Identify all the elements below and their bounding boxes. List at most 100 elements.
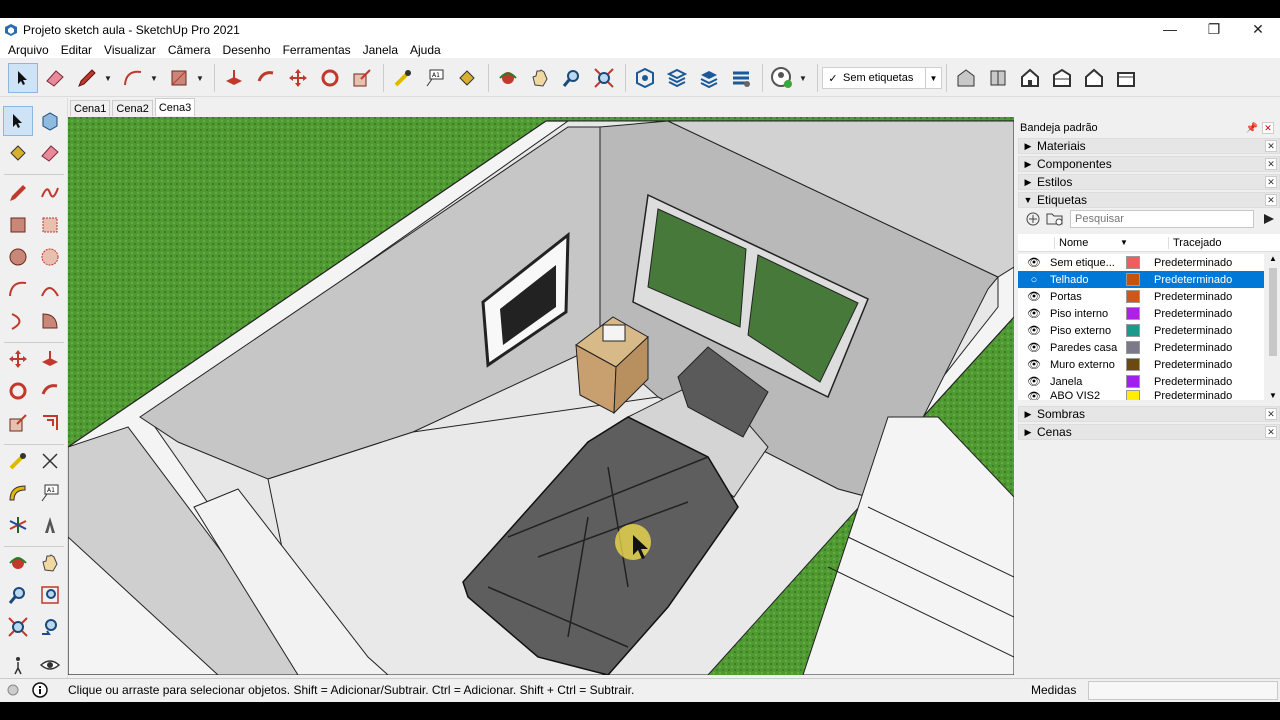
visibility-eye-icon[interactable]: 👁 [1018, 290, 1050, 303]
tag-dash[interactable]: Predeterminado [1154, 359, 1264, 371]
lt-look-around-button[interactable] [35, 650, 65, 680]
lt-eraser-button[interactable] [35, 138, 65, 168]
lt-zoom-window-button[interactable] [35, 580, 65, 610]
menu-visualizar[interactable]: Visualizar [98, 43, 162, 57]
lt-pan-button[interactable] [35, 548, 65, 578]
rotate-tool-button[interactable] [315, 63, 345, 93]
tab-cena2[interactable]: Cena2 [112, 100, 153, 116]
visibility-eye-icon[interactable]: 👁 [1018, 375, 1050, 388]
tag-row[interactable]: 👁 ABO VIS2 Predeterminado [1018, 390, 1264, 400]
tag-color-swatch[interactable] [1126, 375, 1140, 388]
warehouse-button[interactable] [630, 63, 660, 93]
lt-zoom-button[interactable] [3, 580, 33, 610]
lt-orbit-button[interactable] [3, 548, 33, 578]
pan-tool-button[interactable] [525, 63, 555, 93]
zoom-tool-button[interactable] [557, 63, 587, 93]
pencil-tool-button[interactable] [72, 63, 102, 93]
view-front-button[interactable] [1015, 63, 1045, 93]
lt-scale-button[interactable] [3, 408, 33, 438]
lt-tape-measure-button[interactable] [3, 446, 33, 476]
tag-dash[interactable]: Predeterminado [1154, 376, 1264, 388]
tag-color-swatch[interactable] [1126, 273, 1140, 286]
visibility-eye-icon[interactable]: 👁 [1018, 341, 1050, 354]
lt-rectangle-button[interactable] [3, 210, 33, 240]
scale-tool-button[interactable] [347, 63, 377, 93]
modeling-viewport[interactable] [68, 117, 1014, 675]
account-button[interactable] [767, 63, 797, 93]
lt-push-pull-button[interactable] [35, 344, 65, 374]
lt-rotate-button[interactable] [3, 376, 33, 406]
add-tag-icon[interactable] [1026, 212, 1040, 226]
visibility-eye-icon[interactable]: 👁 [1018, 390, 1050, 400]
tags-scrollbar[interactable]: ▲ ▼ [1266, 254, 1280, 400]
panel-close-icon[interactable]: ✕ [1265, 158, 1277, 170]
lt-component-button[interactable] [35, 106, 65, 136]
lt-walk-button[interactable] [3, 650, 33, 680]
info-icon[interactable] [32, 682, 48, 698]
follow-me-tool-button[interactable] [251, 63, 281, 93]
eraser-tool-button[interactable] [40, 63, 70, 93]
tag-color-swatch[interactable] [1126, 324, 1140, 337]
lt-protractor-button[interactable] [3, 478, 33, 508]
panel-close-icon[interactable]: ✕ [1265, 426, 1277, 438]
column-name[interactable]: Nome [1054, 236, 1120, 249]
menu-janela[interactable]: Janela [357, 43, 404, 57]
text-tool-button[interactable]: A1 [420, 63, 450, 93]
tag-color-swatch[interactable] [1126, 358, 1140, 371]
tab-cena1[interactable]: Cena1 [70, 100, 111, 116]
panel-cenas[interactable]: ▶ Cenas ✕ [1018, 424, 1280, 440]
menu-ajuda[interactable]: Ajuda [404, 43, 447, 57]
lt-3d-text-button[interactable] [35, 510, 65, 540]
lt-circle-button[interactable] [3, 242, 33, 272]
components-3d-button[interactable] [662, 63, 692, 93]
arc-dropdown-icon[interactable]: ▼ [150, 74, 160, 83]
extension-manager-button[interactable] [726, 63, 756, 93]
lt-text-button[interactable]: A1 [35, 478, 65, 508]
visibility-circle-icon[interactable]: ○ [1018, 274, 1050, 286]
panel-close-icon[interactable]: ✕ [1265, 176, 1277, 188]
extension-warehouse-button[interactable] [694, 63, 724, 93]
lt-follow-me-button[interactable] [35, 376, 65, 406]
tag-dash[interactable]: Predeterminado [1154, 342, 1264, 354]
tag-row[interactable]: 👁 Muro externo Predeterminado [1018, 356, 1264, 373]
scroll-down-icon[interactable]: ▼ [1266, 391, 1280, 400]
panel-sombras[interactable]: ▶ Sombras ✕ [1018, 406, 1280, 422]
lt-dimension-button[interactable] [35, 446, 65, 476]
view-right-button[interactable] [1047, 63, 1077, 93]
panel-componentes[interactable]: ▶ Componentes ✕ [1018, 156, 1280, 172]
view-back-button[interactable] [1079, 63, 1109, 93]
lt-select-button[interactable] [3, 106, 33, 136]
rectangle-tool-button[interactable] [164, 63, 194, 93]
view-top-button[interactable] [983, 63, 1013, 93]
lt-offset-button[interactable] [35, 408, 65, 438]
panel-materiais[interactable]: ▶ Materiais ✕ [1018, 138, 1280, 154]
menu-desenho[interactable]: Desenho [217, 43, 277, 57]
lt-3pt-arc-button[interactable] [3, 306, 33, 336]
paint-bucket-tool-button[interactable] [452, 63, 482, 93]
restore-button[interactable]: ❐ [1192, 18, 1236, 40]
visibility-eye-icon[interactable]: 👁 [1018, 358, 1050, 371]
tag-dash[interactable]: Predeterminado [1154, 257, 1264, 269]
measures-input[interactable] [1088, 681, 1278, 700]
move-tool-button[interactable] [283, 63, 313, 93]
menu-editar[interactable]: Editar [55, 43, 98, 57]
lt-rotated-rectangle-button[interactable] [35, 210, 65, 240]
tag-row[interactable]: 👁 Janela Predeterminado [1018, 373, 1264, 390]
scroll-up-icon[interactable]: ▲ [1266, 254, 1280, 263]
panel-close-icon[interactable]: ✕ [1265, 194, 1277, 206]
lt-paint-bucket-button[interactable] [3, 138, 33, 168]
lt-freehand-button[interactable] [35, 178, 65, 208]
details-arrow-icon[interactable] [1262, 212, 1276, 226]
tray-close-icon[interactable]: ✕ [1262, 122, 1274, 134]
panel-close-icon[interactable]: ✕ [1265, 408, 1277, 420]
tag-color-swatch[interactable] [1126, 341, 1140, 354]
menu-camera[interactable]: Câmera [162, 43, 217, 57]
panel-etiquetas[interactable]: ▼ Etiquetas ✕ [1018, 192, 1280, 208]
lt-arc-button[interactable] [3, 274, 33, 304]
lt-move-button[interactable] [3, 344, 33, 374]
active-tag-selector[interactable]: ✓ Sem etiquetas ▼ [822, 67, 942, 89]
close-button[interactable]: ✕ [1236, 18, 1280, 40]
tag-row[interactable]: 👁 Portas Predeterminado [1018, 288, 1264, 305]
visibility-eye-icon[interactable]: 👁 [1018, 324, 1050, 337]
lt-previous-view-button[interactable] [35, 612, 65, 642]
